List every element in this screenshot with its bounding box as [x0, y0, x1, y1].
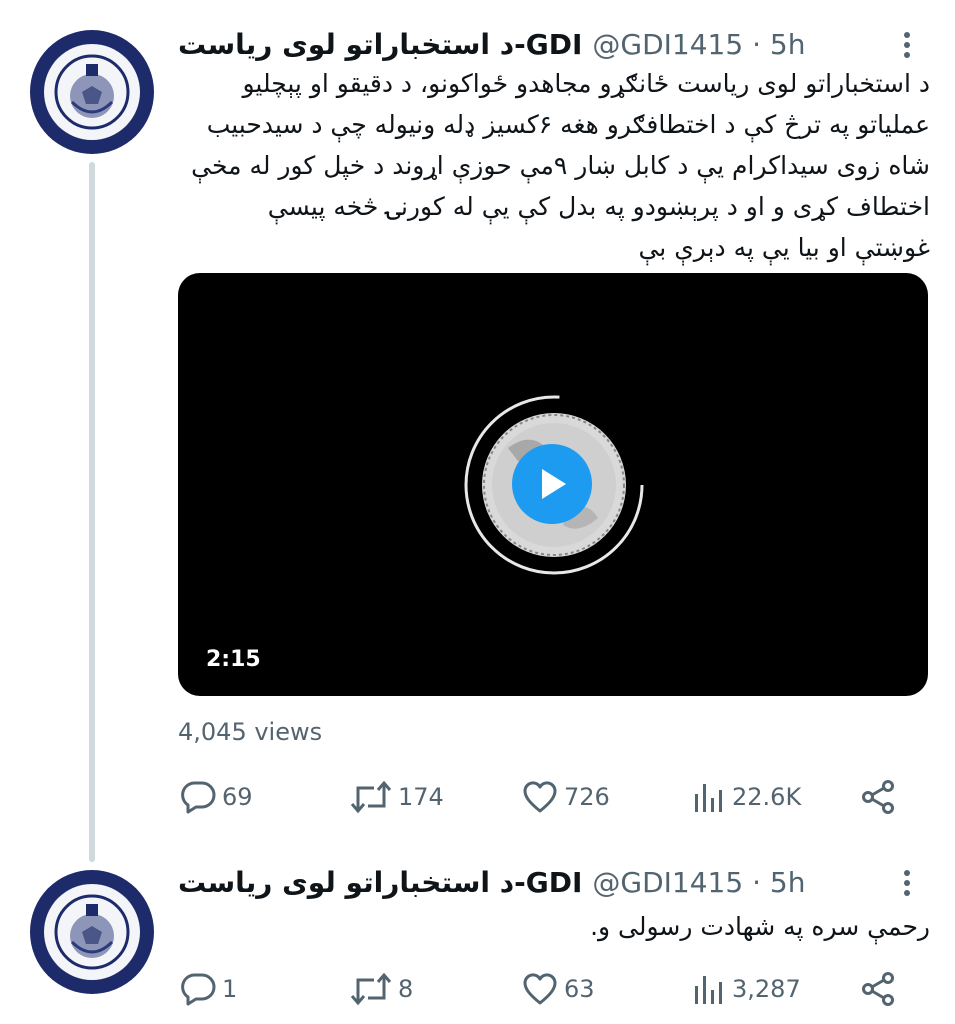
gdi-seal-icon [44, 44, 140, 140]
heart-icon [523, 973, 557, 1005]
tweet-text-line: شاه زوی سیداکرام یې د کابل ښار ۹مې حوزې … [191, 151, 930, 180]
like-count: 726 [564, 783, 610, 811]
analytics-count: 3,287 [732, 975, 801, 1003]
analytics-button[interactable]: 3,287 [692, 972, 801, 1006]
retweet-count: 8 [398, 975, 414, 1003]
tweet-text-line: اختطاف کړی و او د پرېښودو په بدل کې یې ل… [267, 192, 930, 221]
gdi-seal-icon [44, 884, 140, 980]
retweet-button[interactable]: 8 [350, 972, 413, 1006]
view-count: 4,045 views [178, 718, 323, 746]
share-button[interactable] [860, 780, 896, 814]
retweet-icon [350, 972, 392, 1006]
handle-time[interactable]: @GDI1415 · 5h [592, 866, 805, 899]
share-button[interactable] [860, 972, 896, 1006]
tweet-text: د استخباراتو لوی ریاست ځانګړو مجاهدو ځوا… [178, 63, 930, 268]
avatar[interactable] [30, 30, 154, 154]
retweet-icon [350, 780, 392, 814]
reply-button[interactable]: 1 [180, 972, 237, 1006]
retweet-count: 174 [398, 783, 444, 811]
reply-count: 69 [222, 783, 253, 811]
reply-button[interactable]: 69 [180, 780, 253, 814]
tweet-header: د استخباراتو لوی ریاست-GDI @GDI1415 · 5h [178, 866, 805, 899]
reply-icon [181, 973, 216, 1006]
retweet-button[interactable]: 174 [350, 780, 444, 814]
more-options-icon[interactable] [900, 28, 914, 62]
handle-time[interactable]: @GDI1415 · 5h [592, 28, 805, 61]
tweet-text-line: د استخباراتو لوی ریاست ځانګړو مجاهدو ځوا… [242, 69, 931, 98]
thread-connector [89, 162, 95, 862]
analytics-icon [695, 784, 722, 812]
like-button[interactable]: 63 [522, 972, 595, 1006]
play-icon [542, 469, 566, 499]
analytics-count: 22.6K [732, 783, 802, 811]
share-icon [862, 972, 894, 1006]
author-name[interactable]: د استخباراتو لوی ریاست-GDI [178, 28, 582, 61]
analytics-icon [695, 976, 722, 1004]
reply-count: 1 [222, 975, 238, 1003]
analytics-button[interactable]: 22.6K [692, 780, 801, 814]
tweet-text-line: غوښتې او بیا یې په دېرې بې [638, 233, 930, 262]
tweet-text-line: عملیاتو په ترڅ کې د اختطافګرو هغه ۶کسیز … [206, 110, 930, 139]
heart-icon [523, 781, 557, 813]
tweet-header: د استخباراتو لوی ریاست-GDI @GDI1415 · 5h [178, 28, 805, 61]
tweet-text-line: رحمې سره په شهادت رسولی و. [590, 912, 930, 941]
like-count: 63 [564, 975, 595, 1003]
share-icon [862, 780, 894, 814]
avatar[interactable] [30, 870, 154, 994]
author-name[interactable]: د استخباراتو لوی ریاست-GDI [178, 866, 582, 899]
play-button[interactable] [512, 444, 592, 524]
reply-icon [181, 781, 216, 814]
like-button[interactable]: 726 [522, 780, 610, 814]
tweet-text: رحمې سره په شهادت رسولی و. [178, 906, 930, 947]
more-options-icon[interactable] [900, 866, 914, 900]
video-duration: 2:15 [206, 647, 261, 672]
